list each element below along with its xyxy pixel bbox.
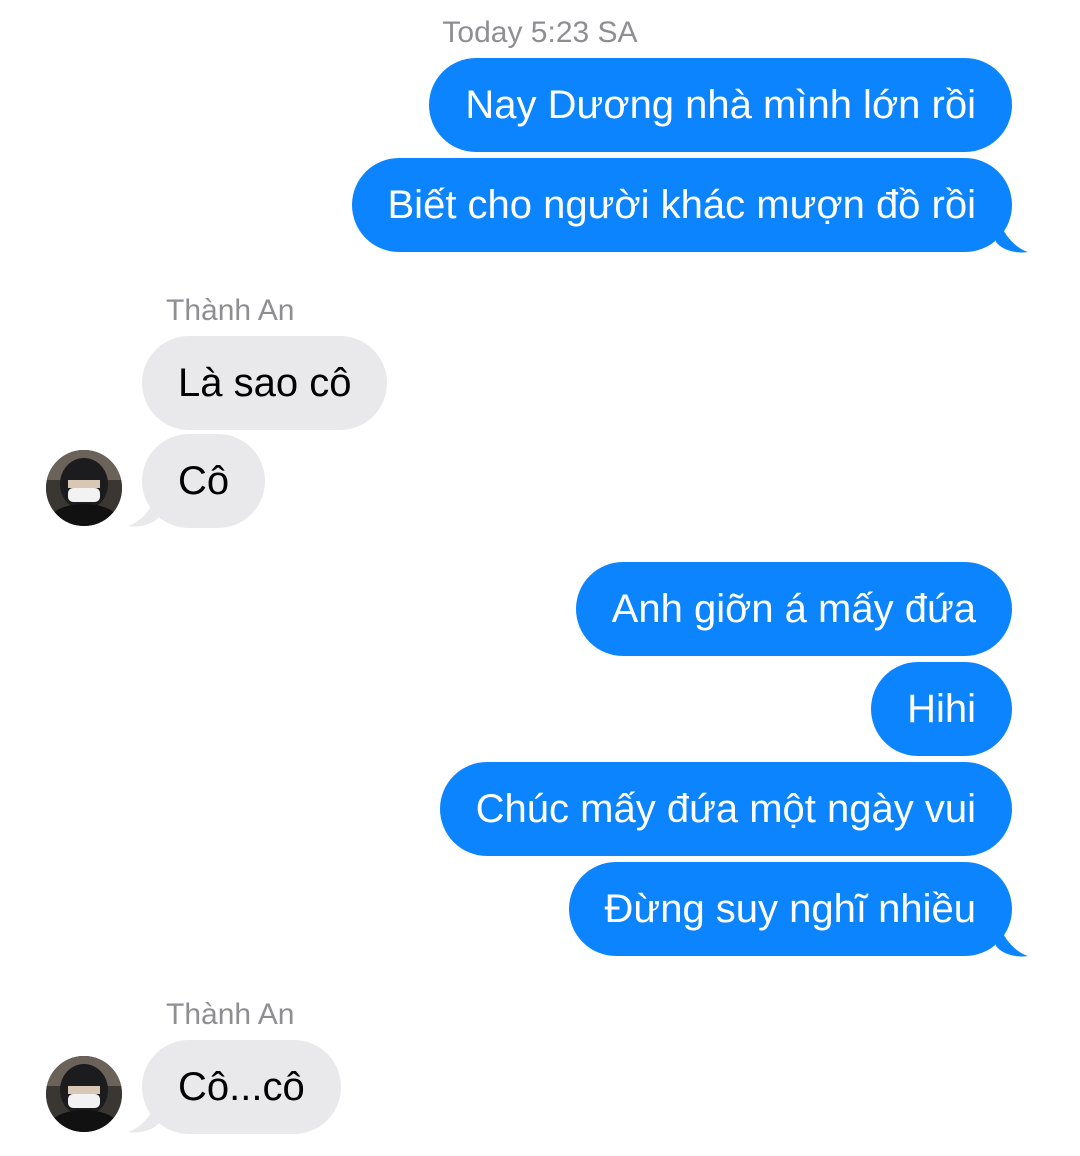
message-bubble-incoming[interactable]: Cô...cô [142,1040,341,1134]
contact-avatar[interactable] [46,1056,122,1132]
message-bubble-outgoing[interactable]: Hihi [871,662,1012,756]
timestamp: Today 5:23 SA [442,16,638,49]
message-bubble-incoming[interactable]: Cô [142,434,266,528]
bubble-tail-incoming [128,488,160,527]
message-bubble-outgoing[interactable]: Nay Dương nhà mình lớn rồi [429,58,1012,152]
message-bubble-outgoing[interactable]: Đừng suy nghĩ nhiều [568,862,1012,956]
message-bubble-outgoing[interactable]: Biết cho người khác mượn đồ rồi [351,158,1012,252]
avatar-icon [46,1056,122,1132]
contact-avatar[interactable] [46,450,122,526]
sender-name: Thành An [166,998,295,1031]
bubble-tail-incoming [128,1094,160,1133]
avatar-icon [46,450,122,526]
message-bubble-outgoing[interactable]: Chúc mấy đứa một ngày vui [439,762,1012,856]
sender-name: Thành An [166,294,295,327]
message-bubble-incoming[interactable]: Là sao cô [142,336,388,430]
bubble-tail-outgoing [996,214,1028,253]
bubble-tail-outgoing [996,918,1028,957]
message-bubble-outgoing[interactable]: Anh giỡn á mấy đứa [575,562,1012,656]
